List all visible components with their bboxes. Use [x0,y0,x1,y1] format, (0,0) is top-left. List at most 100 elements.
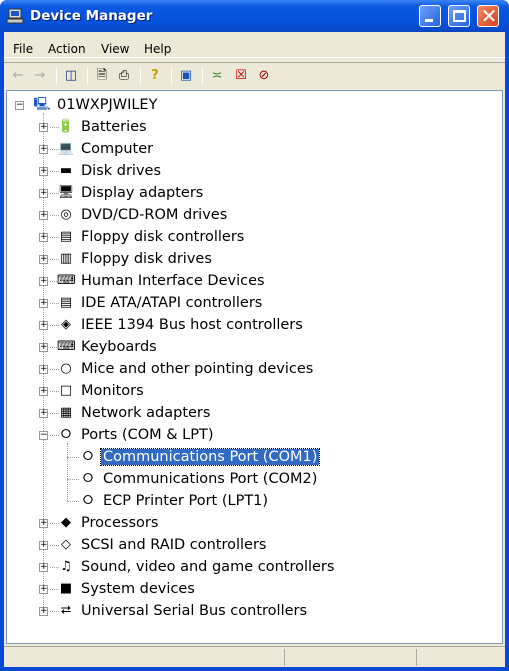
tree-category-label: Floppy disk drives [81,251,212,267]
tree-category-label: Mice and other pointing devices [81,361,314,377]
toolbar-separator [87,67,88,85]
tree-category-label: Monitors [81,383,144,399]
tree-category[interactable]: ▦ Network adapters [57,403,212,423]
update-driver-icon[interactable]: ▣ [177,67,195,85]
tree-category-label: Network adapters [81,405,211,421]
print-icon[interactable]: ⎙ [115,67,133,85]
expand-toggle[interactable]: + [39,211,48,220]
tree-line [50,171,59,172]
status-bar [4,646,505,667]
port-icon: ⭘ [60,427,72,442]
collapse-toggle[interactable]: − [15,101,24,110]
forward-icon[interactable]: → [31,67,49,85]
tree-line [67,443,68,501]
scan-hardware-icon[interactable]: ≍ [208,67,226,85]
tree-line [50,391,59,392]
tree-line [50,259,59,260]
tree-category[interactable]: ▤ IDE ATA/ATAPI controllers [57,293,264,313]
help-icon[interactable]: ? [146,67,164,85]
tree-line [50,347,59,348]
disk-drive-icon: ▬ [59,163,73,178]
menu-view[interactable]: View [101,42,129,56]
tree-line [50,611,59,612]
expand-toggle[interactable]: + [39,585,48,594]
expand-toggle[interactable]: + [39,607,48,616]
tree-device[interactable]: ⭘ Communications Port (COM1) [79,447,321,467]
toolbar-separator [171,67,172,85]
tree-category[interactable]: 🔋 Batteries [57,117,149,137]
tree-line [67,457,79,458]
tree-category[interactable]: ◆ Processors [57,513,160,533]
expand-toggle[interactable]: + [39,343,48,352]
tree-line [50,281,59,282]
tree-category[interactable]: ▥ Floppy disk drives [57,249,214,269]
tree-category-label: Universal Serial Bus controllers [81,603,308,619]
tree-category-label: Batteries [81,119,147,135]
tree-line [50,567,59,568]
tree-line [50,523,59,524]
back-icon[interactable]: ← [9,67,27,85]
ide-controller-icon: ▤ [59,295,73,310]
expand-toggle[interactable]: + [39,519,48,528]
system-device-icon: ■ [59,581,73,596]
tree-category-label: Human Interface Devices [81,273,265,289]
tree-device[interactable]: ⭘ ECP Printer Port (LPT1) [79,491,270,511]
expand-toggle[interactable]: + [39,541,48,550]
disable-icon[interactable]: ⊘ [255,67,273,85]
device-tree[interactable]: 🖳 01WXPJWILEY − 🔋 Batteries + 💻 Computer + ▬ Disk … [6,90,503,644]
close-button[interactable]: ✕ [477,4,499,28]
tree-category-label: DVD/CD-ROM drives [81,207,228,223]
tree-category[interactable]: ♫ Sound, video and game controllers [57,557,336,577]
expand-toggle[interactable]: + [39,277,48,286]
properties-icon[interactable]: 🗎 [93,67,111,85]
expand-toggle[interactable]: + [39,409,48,418]
tree-category-label: Processors [81,515,159,531]
expand-toggle[interactable]: + [39,299,48,308]
expand-toggle[interactable]: + [39,365,48,374]
maximize-button[interactable] [448,5,470,27]
tree-category[interactable]: ◇ SCSI and RAID controllers [57,535,269,555]
tree-category[interactable]: ■ System devices [57,579,197,599]
tree-category[interactable]: ⌨ Keyboards [57,337,159,357]
tree-line [50,215,59,216]
tree-line [50,435,59,436]
collapse-toggle[interactable]: − [39,431,48,440]
tree-category[interactable]: ◈ IEEE 1394 Bus host controllers [57,315,305,335]
expand-toggle[interactable]: + [39,321,48,330]
cdrom-icon: ◎ [60,207,72,222]
expand-toggle[interactable]: + [39,233,48,242]
menu-help[interactable]: Help [144,42,171,56]
expand-toggle[interactable]: + [39,167,48,176]
tree-category[interactable]: ▤ Floppy disk controllers [57,227,246,247]
tree-category-label: Display adapters [81,185,204,201]
expand-toggle[interactable]: + [39,189,48,198]
tree-device[interactable]: ⭘ Communications Port (COM2) [79,469,319,489]
window-title: Device Manager [30,8,153,24]
expand-toggle[interactable]: + [39,123,48,132]
tree-category[interactable]: 🖥 Display adapters [57,183,205,203]
tree-root[interactable]: 🖳 01WXPJWILEY [33,95,159,115]
tree-category[interactable]: ⌨ Human Interface Devices [57,271,267,291]
menu-file[interactable]: File [13,42,33,56]
tree-line [67,501,79,502]
title-bar[interactable]: Device Manager ✕ [0,0,509,32]
uninstall-icon[interactable]: ☒ [232,67,250,85]
tree-category[interactable]: 💻 Computer [57,139,155,159]
tree-line [50,303,59,304]
floppy-controller-icon: ▤ [59,229,73,244]
expand-toggle[interactable]: + [39,387,48,396]
expand-toggle[interactable]: + [39,255,48,264]
tree-category[interactable]: □ Monitors [57,381,146,401]
show-hide-console-tree-icon[interactable]: ◫ [62,67,80,85]
tree-category[interactable]: ▬ Disk drives [57,161,163,181]
expand-toggle[interactable]: + [39,563,48,572]
tree-category[interactable]: ⭘ Ports (COM & LPT) [57,425,215,445]
tree-category[interactable]: ◎ DVD/CD-ROM drives [57,205,229,225]
tree-category[interactable]: ⮂ Universal Serial Bus controllers [57,601,309,621]
minimize-button[interactable] [419,5,441,27]
scsi-icon: ◇ [61,537,71,552]
expand-toggle[interactable]: + [39,145,48,154]
tree-category[interactable]: ○ Mice and other pointing devices [57,359,315,379]
menu-action[interactable]: Action [48,42,86,56]
port-icon: ⭘ [82,493,94,508]
